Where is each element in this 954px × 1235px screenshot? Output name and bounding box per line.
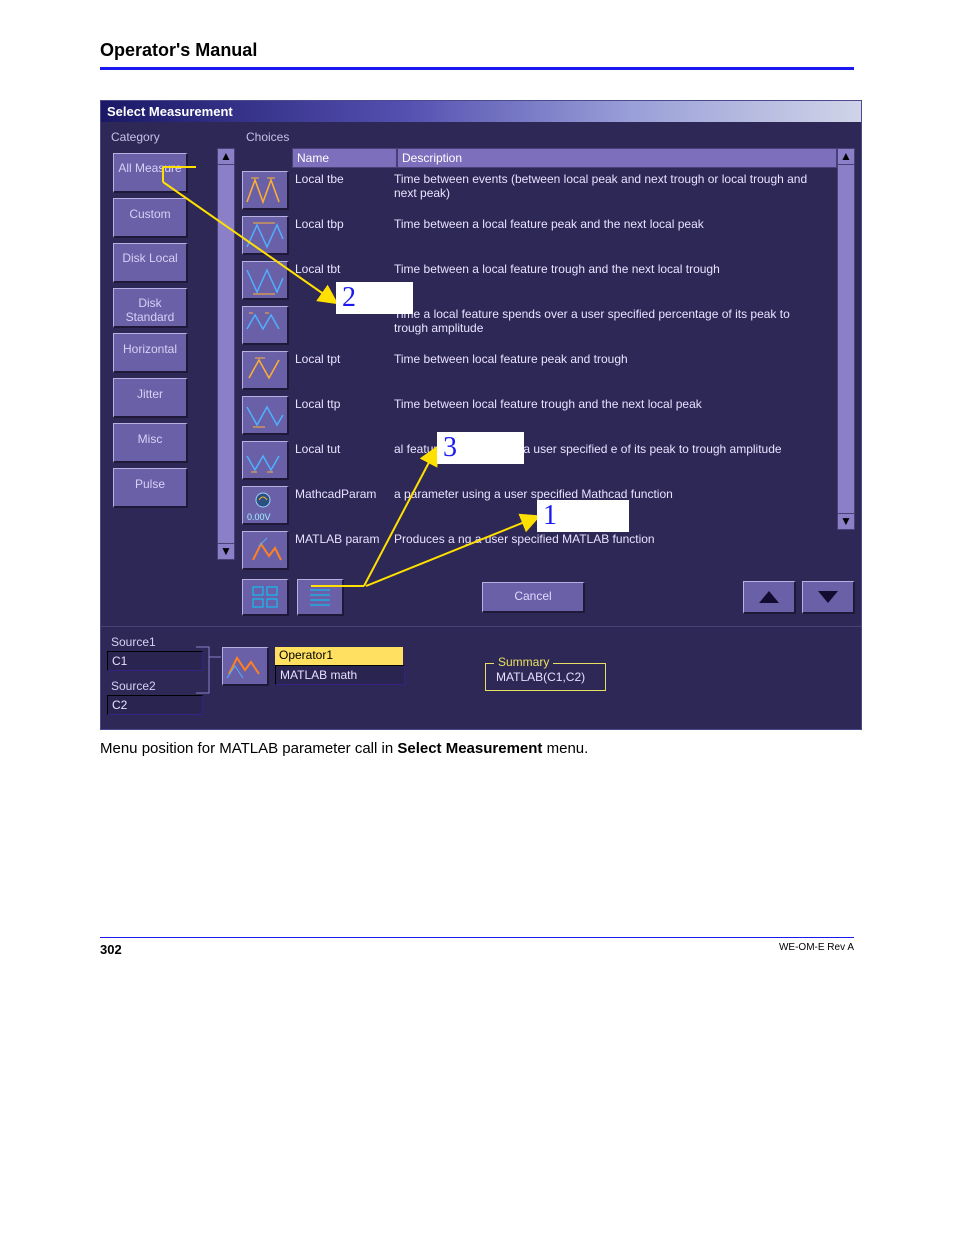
category-custom[interactable]: Custom: [113, 198, 188, 238]
choices-scrollbar[interactable]: ▲ ▼: [837, 148, 855, 530]
category-jitter[interactable]: Jitter: [113, 378, 188, 418]
source2-field[interactable]: C2: [107, 695, 203, 715]
view-list-button[interactable]: [297, 579, 344, 616]
scroll-down-icon[interactable]: ▼: [218, 543, 234, 559]
summary-box: Summary MATLAB(C1,C2): [485, 663, 606, 691]
scroll-up-icon[interactable]: ▲: [218, 149, 234, 165]
select-measurement-window: Select Measurement Category All Measure …: [100, 100, 862, 730]
measurement-icon: [242, 441, 289, 480]
table-row[interactable]: Local tut al feature spends under a user…: [242, 438, 837, 483]
table-row[interactable]: Local tpt Time between local feature pea…: [242, 348, 837, 393]
table-row[interactable]: MATLAB param Produces a ng a user specif…: [242, 528, 837, 573]
window-titlebar: Select Measurement: [101, 101, 861, 122]
summary-value: MATLAB(C1,C2): [496, 670, 585, 684]
measurement-icon: [242, 306, 289, 345]
matlab-icon: [242, 531, 289, 570]
category-all-measure[interactable]: All Measure: [113, 153, 188, 193]
summary-title: Summary: [494, 655, 553, 669]
category-misc[interactable]: Misc: [113, 423, 188, 463]
revision-label: WE-OM-E Rev A: [779, 942, 854, 957]
table-row[interactable]: Local tbt Time between a local feature t…: [242, 258, 837, 303]
page-number: 302: [100, 942, 122, 957]
operator-icon[interactable]: [222, 647, 269, 686]
category-pulse[interactable]: Pulse: [113, 468, 188, 508]
table-row[interactable]: Local tbe Time between events (between l…: [242, 168, 837, 213]
cancel-button[interactable]: Cancel: [482, 582, 585, 613]
table-row[interactable]: Time a local feature spends over a user …: [242, 303, 837, 348]
table-row[interactable]: Local ttp Time between local feature tro…: [242, 393, 837, 438]
view-icons-button[interactable]: [242, 579, 289, 616]
measurement-icon: [242, 351, 289, 390]
measurement-icon: [242, 396, 289, 435]
header-rule: [100, 67, 854, 70]
category-scrollbar[interactable]: ▲ ▼: [217, 148, 235, 560]
figure-caption: Menu position for MATLAB parameter call …: [100, 740, 854, 757]
category-label: Category: [111, 130, 239, 144]
measurement-icon: [242, 261, 289, 300]
mathcad-icon: 0.00V: [242, 486, 289, 525]
choices-label: Choices: [246, 130, 855, 144]
page-down-button[interactable]: [802, 581, 855, 614]
table-row[interactable]: Local tbp Time between a local feature p…: [242, 213, 837, 258]
measurement-icon: [242, 171, 289, 210]
table-row[interactable]: 0.00V MathcadParam a parameter using a u…: [242, 483, 837, 528]
category-disk-standard[interactable]: Disk Standard: [113, 288, 188, 328]
source2-label: Source2: [111, 679, 222, 693]
source1-label: Source1: [111, 635, 222, 649]
scroll-up-icon[interactable]: ▲: [838, 149, 854, 165]
page-up-button[interactable]: [743, 581, 796, 614]
category-horizontal[interactable]: Horizontal: [113, 333, 188, 373]
measurement-icon: [242, 216, 289, 255]
source1-field[interactable]: C1: [107, 651, 203, 671]
column-name-header[interactable]: Name: [292, 148, 397, 168]
column-description-header[interactable]: Description: [397, 148, 837, 168]
footer-rule: [100, 937, 854, 938]
category-disk-local[interactable]: Disk Local: [113, 243, 188, 283]
scroll-down-icon[interactable]: ▼: [838, 513, 854, 529]
operator-field[interactable]: MATLAB math: [275, 665, 405, 685]
operator-label: Operator1: [275, 647, 403, 665]
page-header: Operator's Manual: [100, 40, 854, 61]
